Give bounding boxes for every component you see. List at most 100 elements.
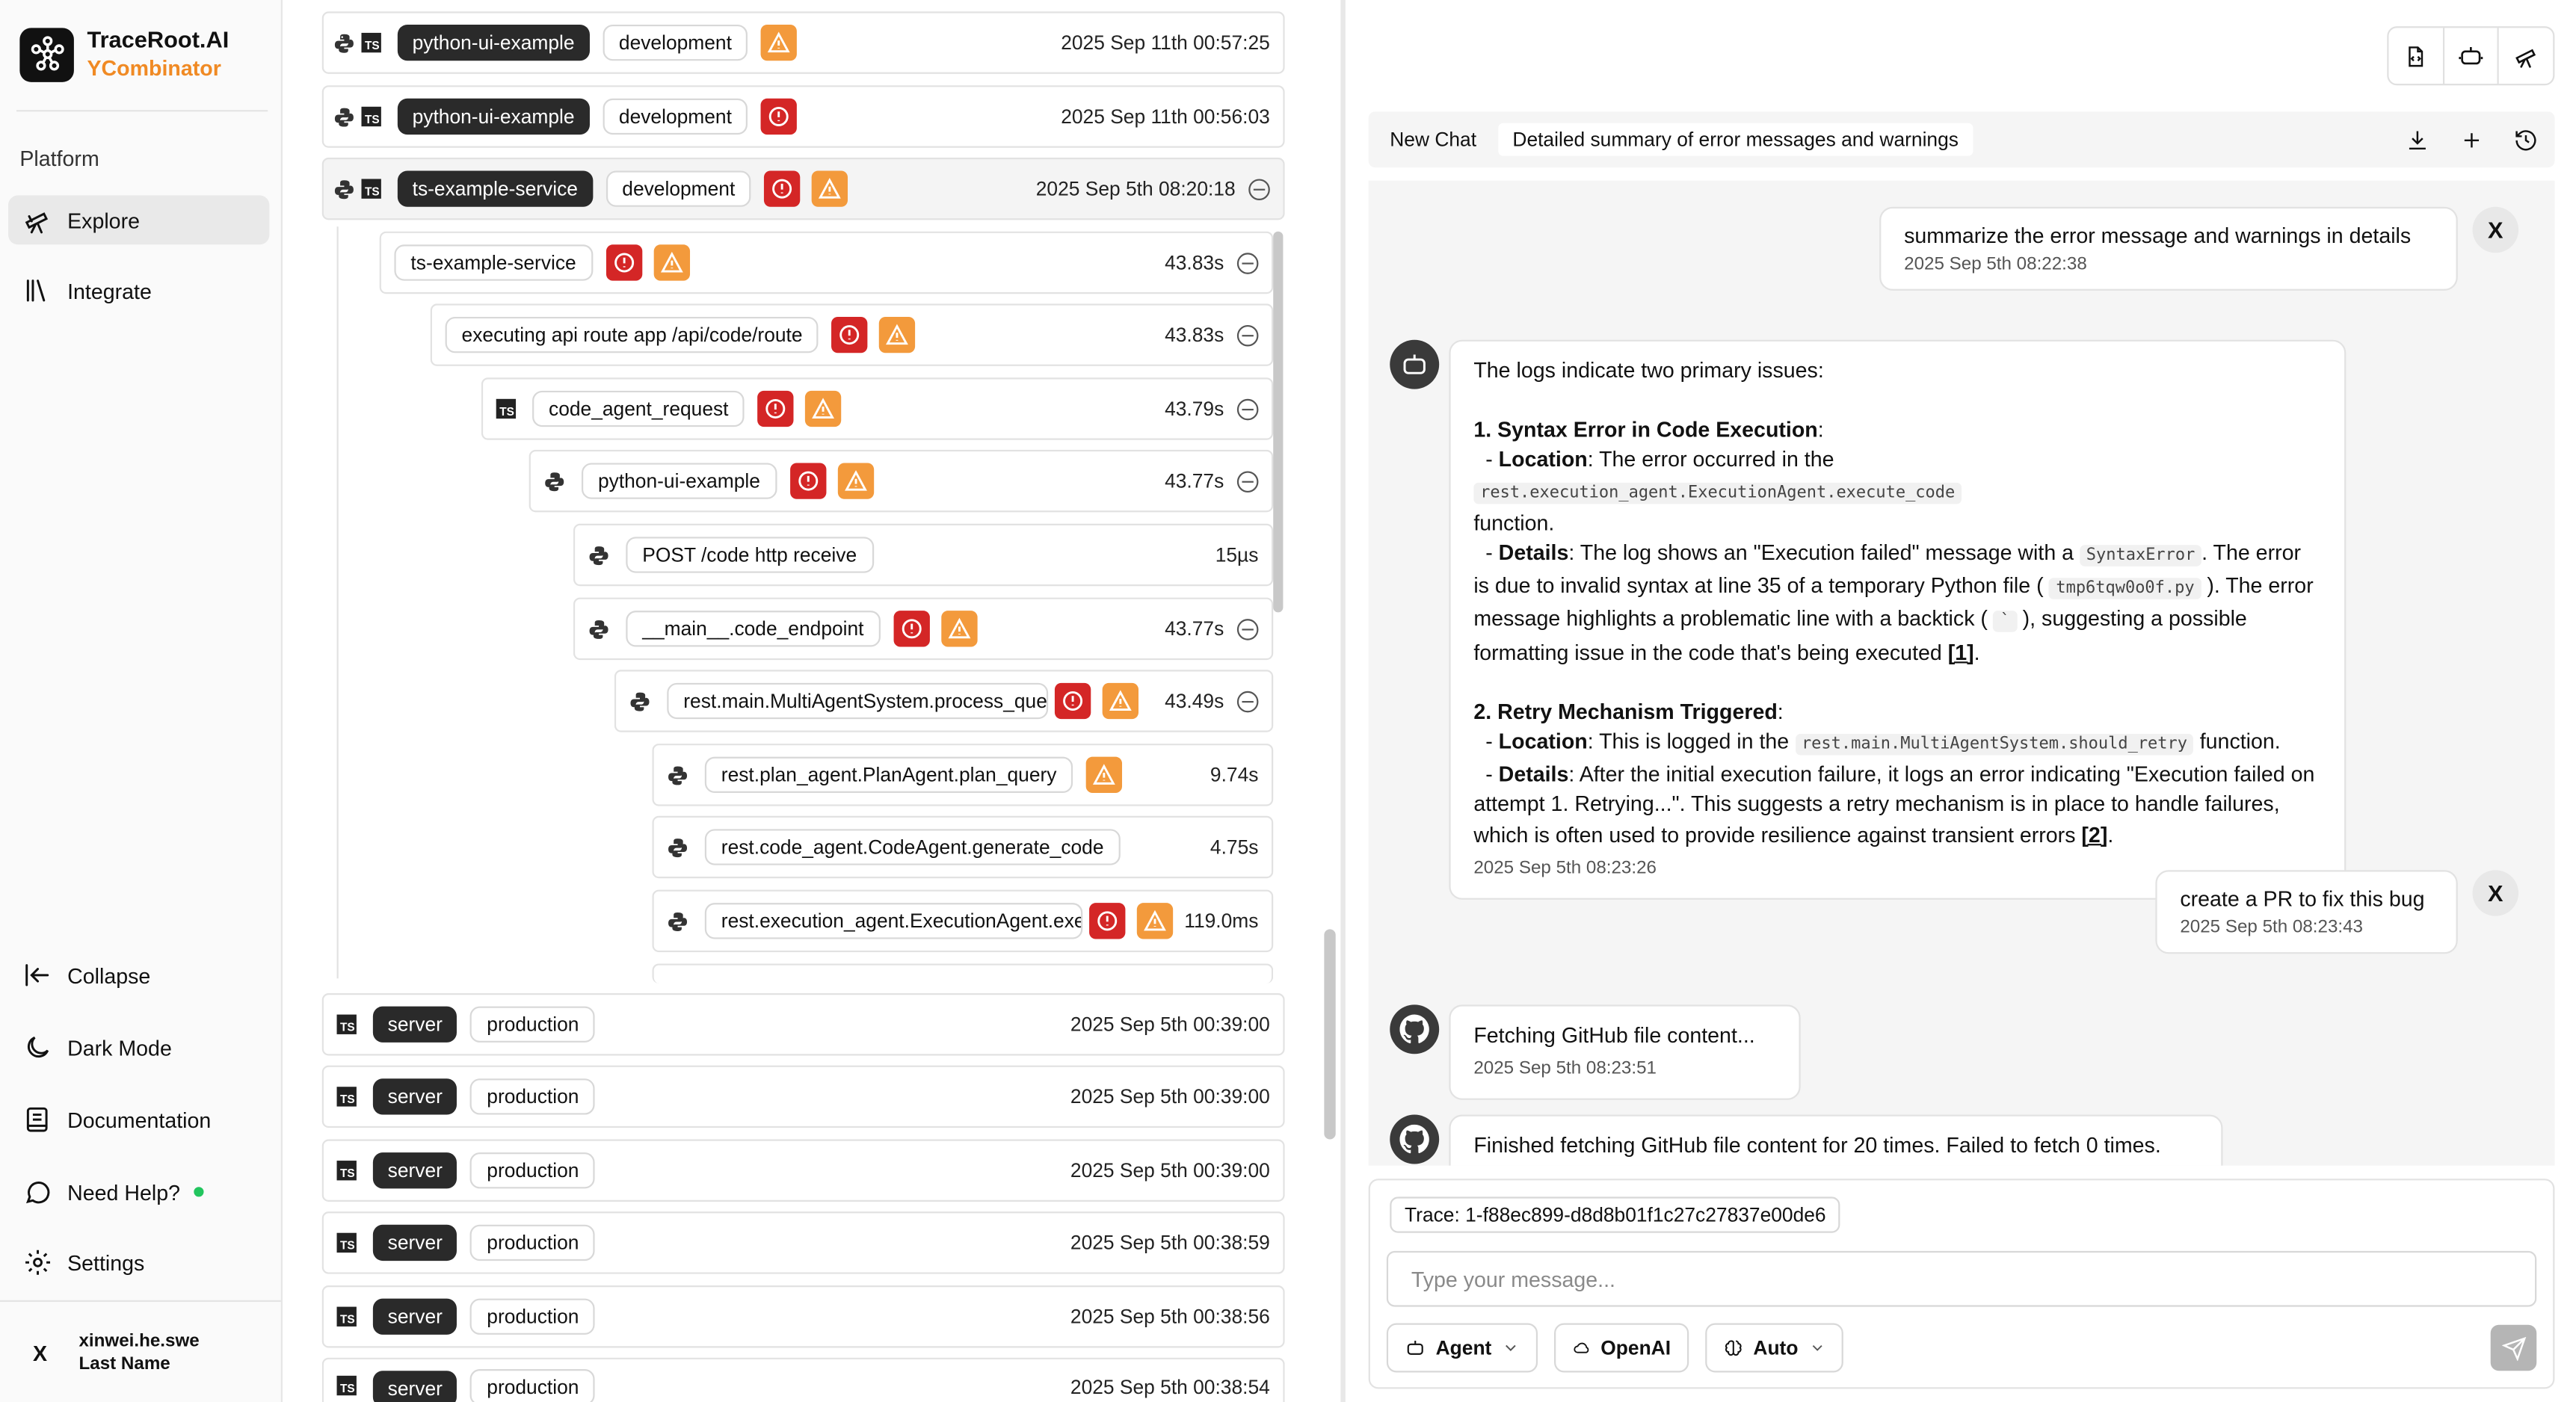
reference-link[interactable]: [1]: [1948, 640, 1974, 664]
tab-current-chat[interactable]: Detailed summary of error messages and w…: [1497, 123, 1973, 156]
history-icon[interactable]: [2513, 127, 2538, 152]
collapse-icon[interactable]: [1236, 470, 1259, 492]
brand[interactable]: TraceRoot.AI YCombinator: [19, 26, 229, 82]
span-duration: 119.0ms: [1184, 909, 1259, 933]
collapse-icon[interactable]: [1248, 178, 1270, 200]
chat-header: New Chat Detailed summary of error messa…: [1368, 111, 2555, 168]
service-pill: server: [372, 1152, 457, 1189]
sidebar-item-label: Collapse: [67, 963, 151, 988]
typescript-icon: TS: [496, 398, 517, 419]
warning-icon: [940, 611, 978, 647]
message-input[interactable]: [1386, 1250, 2537, 1307]
trace-row-expanded[interactable]: TS ts-example-service development 2025 S…: [321, 157, 1285, 220]
trace-row[interactable]: TS python-ui-example development 2025 Se…: [321, 11, 1285, 74]
span-row[interactable]: executing api route app /api/code/route …: [430, 303, 1274, 366]
sidebar-item-label: Integrate: [67, 278, 152, 303]
explore-telescope-button[interactable]: [2499, 28, 2553, 84]
settings-button[interactable]: Settings: [8, 1238, 269, 1287]
error-icon: [764, 170, 801, 207]
need-help-button[interactable]: Need Help?: [8, 1167, 269, 1217]
span-label: __main__.code_endpoint: [626, 611, 881, 647]
user-last-name: Last Name: [78, 1354, 170, 1374]
chevron-down-icon: [1505, 1344, 1516, 1351]
tab-new-chat[interactable]: New Chat: [1375, 123, 1491, 156]
user-profile[interactable]: X xinwei.he.swe Last Name: [33, 1330, 200, 1376]
error-icon: [761, 98, 798, 135]
warning-icon: [1136, 903, 1174, 939]
code-file-button[interactable]: [2388, 28, 2444, 84]
span-duration: 43.83s: [1165, 323, 1224, 347]
user-message: summarize the error message and warnings…: [1879, 206, 2458, 291]
mode-select[interactable]: Agent: [1386, 1323, 1538, 1373]
documentation-link[interactable]: Documentation: [8, 1095, 269, 1144]
span-row[interactable]: rest.main.MultiAgentSystem.process_query…: [614, 670, 1274, 732]
message-text: create a PR to fix this bug: [2180, 886, 2425, 912]
download-icon[interactable]: [2405, 127, 2429, 152]
delete-message-button[interactable]: X: [2472, 206, 2519, 253]
service-pill: server: [372, 1078, 457, 1115]
agent-bot-button[interactable]: [2444, 28, 2500, 84]
brand-name: TraceRoot.AI: [87, 26, 229, 53]
delete-message-button[interactable]: X: [2472, 870, 2519, 916]
sidebar-item-explore[interactable]: Explore: [7, 195, 270, 245]
span-label: POST /code http receive: [626, 537, 874, 573]
book-icon: [22, 1103, 55, 1136]
span-row[interactable]: rest.plan_agent.PlanAgent.plan_query 9.7…: [652, 744, 1274, 806]
logo-icon: [19, 27, 74, 81]
span-duration: 43.83s: [1165, 251, 1224, 274]
tree-scrollbar[interactable]: [1273, 231, 1284, 613]
trace-row[interactable]: TS server production 2025 Sep 5th 00:38:…: [321, 1357, 1285, 1402]
span-row[interactable]: python-ui-example 43.77s: [529, 449, 1274, 513]
trace-row[interactable]: TS server production 2025 Sep 5th 00:38:…: [321, 1211, 1285, 1274]
trace-row[interactable]: TS python-ui-example development 2025 Se…: [321, 85, 1285, 148]
warning-icon: [761, 24, 798, 61]
send-button[interactable]: [2490, 1324, 2537, 1371]
trace-row[interactable]: TS server production 2025 Sep 5th 00:39:…: [321, 993, 1285, 1056]
plus-icon[interactable]: [2459, 127, 2484, 152]
warning-icon: [879, 316, 916, 353]
chat-composer: Trace: 1-f88ec899-d8d8b01f1c27c27837e00d…: [1368, 1179, 2555, 1389]
trace-time: 2025 Sep 5th 00:39:00: [1070, 1013, 1270, 1037]
provider-select[interactable]: OpenAI: [1554, 1323, 1689, 1373]
error-icon: [1089, 903, 1126, 939]
model-select[interactable]: Auto: [1705, 1323, 1843, 1373]
python-icon: [667, 836, 688, 858]
inline-code: SyntaxError: [2080, 545, 2202, 566]
typescript-icon: TS: [336, 1087, 357, 1107]
python-icon: [333, 178, 355, 200]
collapse-icon[interactable]: [1236, 324, 1259, 346]
span-row[interactable]: POST /code http receive 15µs: [573, 523, 1274, 587]
trace-row[interactable]: TS server production 2025 Sep 5th 00:38:…: [321, 1285, 1285, 1348]
trace-row[interactable]: TS server production 2025 Sep 5th 00:39:…: [321, 1139, 1285, 1202]
cloud-icon: [1574, 1342, 1589, 1353]
collapse-icon[interactable]: [1236, 398, 1259, 420]
python-icon: [667, 910, 688, 932]
warning-icon: [1086, 756, 1123, 794]
collapse-button[interactable]: Collapse: [8, 951, 269, 1000]
service-pill: python-ui-example: [397, 98, 590, 135]
library-icon: [22, 274, 55, 307]
span-label: python-ui-example: [581, 463, 777, 499]
span-row[interactable]: __main__.code_endpoint 43.77s: [573, 597, 1274, 661]
trace-row[interactable]: TS server production 2025 Sep 5th 00:39:…: [321, 1065, 1285, 1128]
trace-context-chip[interactable]: Trace: 1-f88ec899-d8d8b01f1c27c27837e00d…: [1390, 1196, 1841, 1233]
collapse-icon[interactable]: [1236, 252, 1259, 274]
sidebar-item-integrate[interactable]: Integrate: [8, 266, 269, 315]
collapse-icon[interactable]: [1236, 618, 1259, 640]
span-row[interactable]: rest.execution_agent.ExecutionAgent.exec…: [652, 889, 1274, 953]
trace-list-scrollbar[interactable]: [1324, 929, 1336, 1140]
dark-mode-toggle[interactable]: Dark Mode: [8, 1023, 269, 1072]
user-name: xinwei.he.swe: [78, 1331, 200, 1351]
env-pill: production: [470, 1224, 596, 1262]
span-row[interactable]: TS code_agent_request 43.79s: [481, 377, 1274, 440]
service-pill: server: [372, 1371, 457, 1402]
collapse-icon[interactable]: [1236, 690, 1259, 712]
details-label: Details: [1498, 762, 1569, 787]
span-row[interactable]: rest.code_agent.CodeAgent.generate_code …: [652, 815, 1274, 879]
sidebar-item-label: Explore: [67, 207, 140, 232]
trace-time: 2025 Sep 5th 00:39:00: [1070, 1085, 1270, 1108]
span-label: ts-example-service: [394, 244, 593, 281]
user-message: create a PR to fix this bug 2025 Sep 5th…: [2155, 870, 2458, 954]
reference-link[interactable]: [2]: [2081, 822, 2107, 847]
span-row[interactable]: ts-example-service 43.83s: [379, 231, 1274, 294]
